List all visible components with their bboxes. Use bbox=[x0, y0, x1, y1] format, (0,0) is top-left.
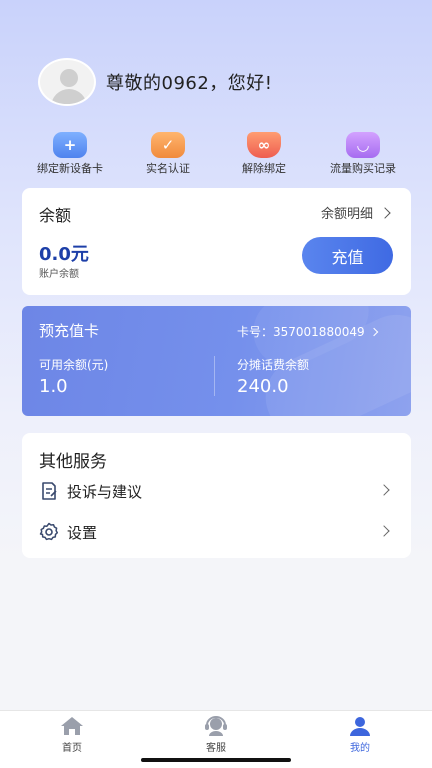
quick-action-id-verify[interactable]: ✓ 实名认证 bbox=[130, 132, 206, 176]
card-number-link[interactable]: 卡号：357001880049 bbox=[237, 323, 378, 340]
chevron-right-icon bbox=[369, 327, 378, 336]
quick-actions: + 绑定新设备卡 ✓ 实名认证 ∞ 解除绑定 ◡ 流量购买记录 bbox=[0, 132, 432, 176]
home-icon bbox=[61, 717, 83, 735]
tab-customer-service[interactable]: 客服 bbox=[186, 716, 246, 754]
balance-card: 余额 余额明细 0.0元 账户余额 充值 bbox=[22, 188, 411, 295]
avatar[interactable] bbox=[38, 58, 96, 106]
shared-balance-value: 240.0 bbox=[237, 376, 289, 397]
shopping-bag-icon: ◡ bbox=[346, 132, 380, 158]
quick-action-bind-device[interactable]: + 绑定新设备卡 bbox=[27, 132, 113, 176]
add-device-icon: + bbox=[53, 132, 87, 158]
quick-action-data-purchase[interactable]: ◡ 流量购买记录 bbox=[322, 132, 404, 176]
balance-detail-link[interactable]: 余额明细 bbox=[321, 203, 391, 222]
balance-title: 余额 bbox=[39, 206, 72, 225]
customer-service-icon bbox=[205, 716, 227, 736]
chevron-right-icon bbox=[378, 525, 390, 537]
chevron-right-icon bbox=[379, 206, 391, 219]
quick-action-unbind[interactable]: ∞ 解除绑定 bbox=[226, 132, 302, 176]
service-item-settings[interactable]: 设置 bbox=[39, 520, 394, 544]
services-title: 其他服务 bbox=[39, 452, 107, 472]
chevron-right-icon bbox=[378, 484, 390, 496]
shared-balance-label: 分摊话费余额 bbox=[237, 358, 310, 372]
id-verify-icon: ✓ bbox=[151, 132, 185, 158]
services-card: 其他服务 投诉与建议 设置 bbox=[22, 433, 411, 558]
feedback-icon bbox=[42, 482, 57, 500]
available-balance-label: 可用余额(元) bbox=[39, 358, 109, 372]
available-balance-value: 1.0 bbox=[39, 376, 68, 397]
balance-value: 0.0元 bbox=[39, 244, 89, 265]
settings-icon bbox=[39, 522, 59, 541]
balance-subtitle: 账户余额 bbox=[39, 269, 79, 280]
tab-home[interactable]: 首页 bbox=[42, 716, 102, 754]
profile-header: 尊敬的0962，您好! bbox=[38, 58, 273, 106]
unbind-icon: ∞ bbox=[247, 132, 281, 158]
prepaid-card[interactable]: 预充值卡 卡号：357001880049 可用余额(元) 1.0 分摊话费余额 … bbox=[22, 306, 411, 416]
greeting-text: 尊敬的0962，您好! bbox=[106, 73, 273, 94]
tab-profile[interactable]: 我的 bbox=[330, 716, 390, 754]
profile-icon bbox=[350, 717, 370, 736]
prepaid-title: 预充值卡 bbox=[39, 322, 100, 340]
service-item-feedback[interactable]: 投诉与建议 bbox=[39, 479, 394, 503]
recharge-button[interactable]: 充值 bbox=[302, 237, 393, 274]
divider bbox=[214, 356, 215, 396]
home-indicator bbox=[141, 758, 291, 762]
